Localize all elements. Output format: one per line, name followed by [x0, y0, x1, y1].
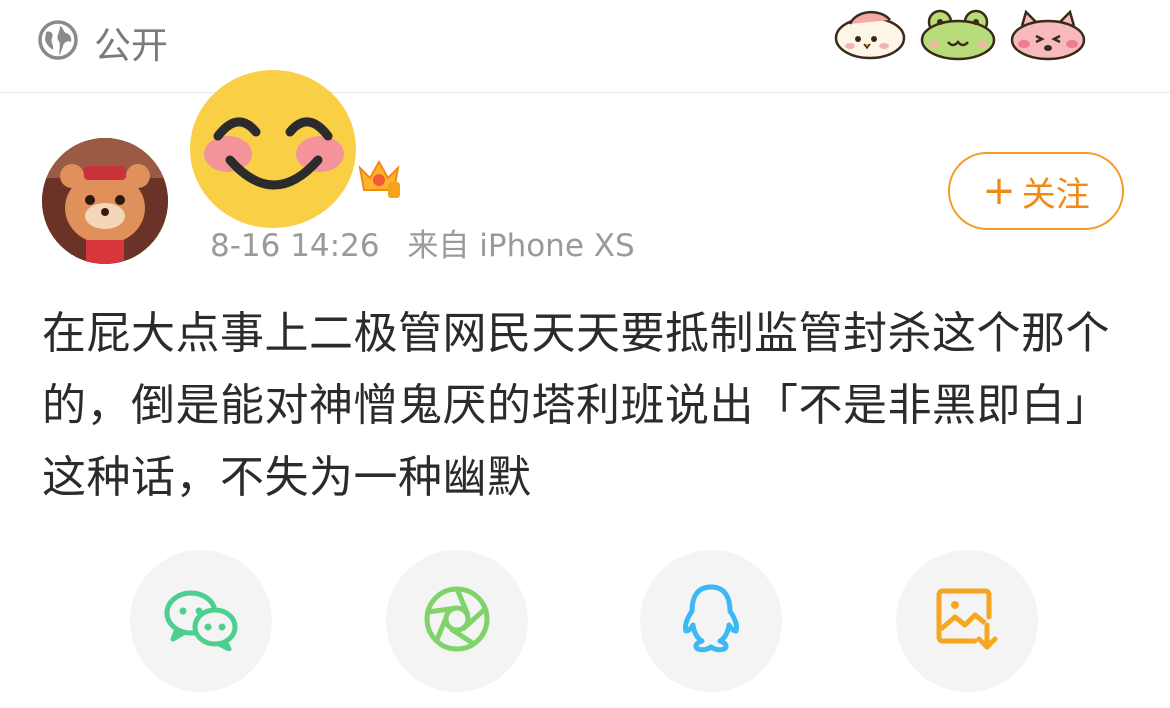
share-wechat-button[interactable] [130, 550, 272, 692]
vip-crown-icon [356, 156, 402, 204]
top-bar: 公开 [0, 0, 1170, 93]
globe-icon [38, 20, 78, 64]
plus-icon: + [982, 168, 1016, 214]
visibility-label: 公开 [94, 24, 168, 67]
post-timestamp: 8-16 14:26 [210, 228, 380, 264]
visibility-selector[interactable]: 公开 [38, 20, 168, 67]
avatar[interactable] [42, 138, 168, 264]
share-qq-button[interactable] [640, 550, 782, 692]
username-redaction-sticker [190, 70, 356, 228]
share-moments-button[interactable] [386, 550, 528, 692]
sticker-group [832, 6, 1092, 66]
wechat-icon [163, 587, 239, 655]
frog-sticker-icon[interactable] [918, 6, 1000, 66]
pig-sticker-icon[interactable] [1008, 6, 1088, 66]
follow-label: 关注 [1021, 174, 1090, 215]
post-source: 来自 iPhone XS [407, 228, 635, 264]
qq-icon [680, 583, 742, 659]
save-image-icon [935, 587, 999, 655]
moments-icon [422, 584, 492, 658]
post-meta: 8-16 14:26 来自 iPhone XS [210, 220, 635, 265]
follow-button[interactable]: + 关注 [948, 152, 1124, 230]
share-save-image-button[interactable] [896, 550, 1038, 692]
post-content: 在屁大点事上二极管网民天天要抵制监管封杀这个那个的，倒是能对神憎鬼厌的塔利班说出… [42, 308, 1110, 503]
chick-sticker-icon[interactable] [832, 6, 910, 66]
